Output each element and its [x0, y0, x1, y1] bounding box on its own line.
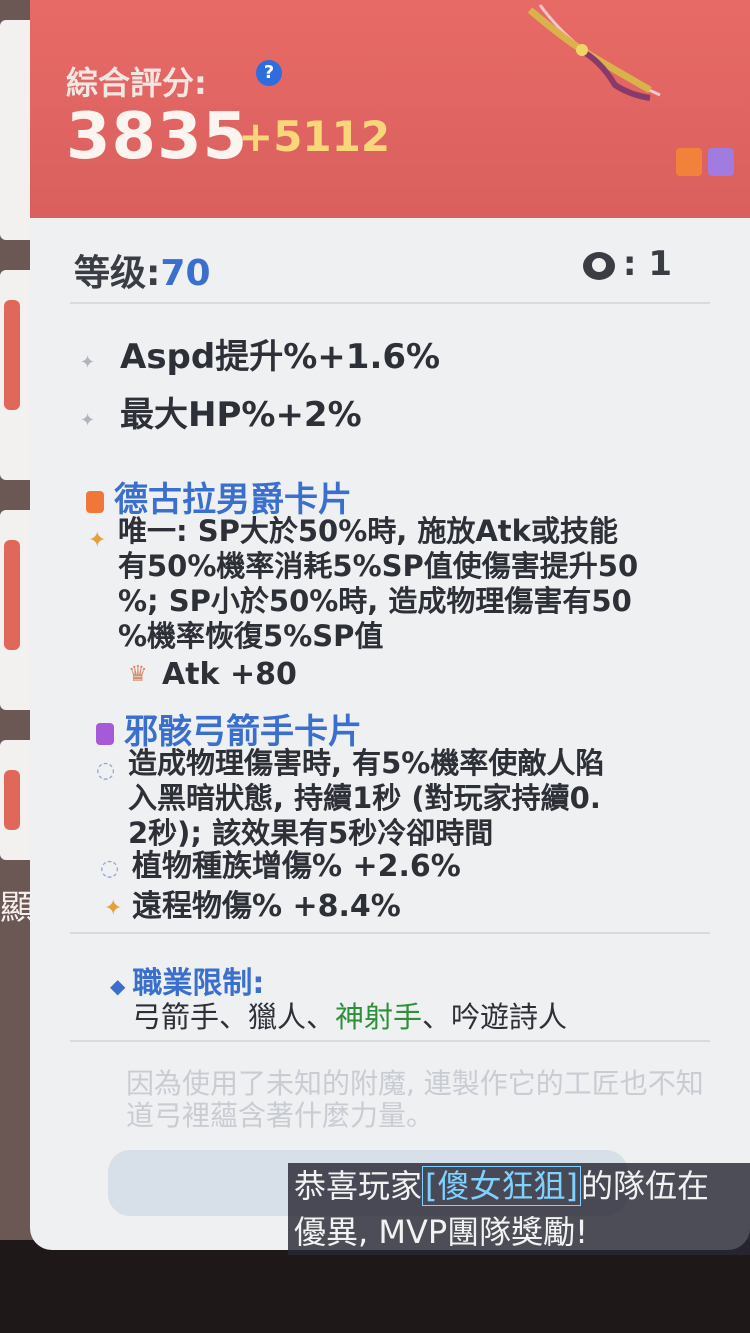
sparkle-icon: ✦: [80, 410, 96, 431]
card-slot-purple: [708, 148, 734, 176]
card-slot-orange: [676, 148, 702, 176]
refine-icon: [582, 251, 615, 280]
player-name[interactable]: [傻女狂狙]: [422, 1166, 581, 1206]
system-broadcast: 恭喜玩家[傻女狂狙]的隊伍在 優異, MVP團隊獎勵!: [288, 1163, 750, 1255]
divider: [70, 1040, 710, 1042]
swirl-icon: ◌: [100, 856, 120, 881]
job-restriction-list: 弓箭手、獵人、神射手、吟遊詩人: [132, 1000, 568, 1034]
stat-line: Aspd提升%+1.6%: [120, 337, 441, 377]
refine-value: : 1: [622, 244, 672, 284]
bow-item-icon: [527, 4, 661, 101]
stat-line: 最大HP%+2%: [120, 395, 362, 435]
level-value: 70: [160, 253, 211, 294]
card-icon: [96, 722, 114, 745]
level-row: 等级:70: [74, 244, 211, 296]
crown-icon: ♛: [128, 662, 148, 687]
help-icon[interactable]: ?: [256, 60, 282, 86]
divider: [70, 302, 710, 304]
sparkle-icon: ✦: [80, 352, 96, 373]
card-description: 造成物理傷害時, 有5%機率使敵人陷 入黑暗狀態, 持續1秒 (對玩家持續0. …: [128, 746, 605, 850]
score-bonus: +5112: [238, 112, 391, 161]
card-bonus: 遠程物傷% +8.4%: [132, 889, 401, 924]
item-tooltip: 綜合評分: ? 3835 +5112 等级:70 : 1 ✦ Aspd提升%+1…: [30, 0, 750, 1250]
broadcast-line: 恭喜玩家[傻女狂狙]的隊伍在: [288, 1163, 750, 1209]
unique-star-icon: ✦: [88, 528, 107, 553]
level-label: 等级:: [74, 253, 161, 294]
divider: [70, 932, 710, 934]
refine-count: : 1: [582, 244, 672, 284]
card-bonus: Atk +80: [162, 657, 297, 692]
swirl-icon: ◌: [96, 758, 116, 783]
broadcast-line: 優異, MVP團隊獎勵!: [288, 1209, 750, 1255]
card-icon: [86, 490, 104, 513]
score-label: 綜合評分:: [66, 64, 207, 102]
card-description: 唯一: SP大於50%時, 施放Atk或技能 有50%機率消耗5%SP值使傷害提…: [118, 514, 639, 653]
card-bonus: 植物種族增傷% +2.6%: [132, 849, 461, 884]
score-value: 3835: [66, 100, 249, 174]
star-icon: ✦: [104, 896, 123, 921]
tooltip-header: 綜合評分: ? 3835 +5112: [30, 0, 750, 218]
flavor-text: 因為使用了未知的附魔, 連製作它的工匠也不知道弓裡蘊含著什麼力量。: [126, 1067, 704, 1132]
